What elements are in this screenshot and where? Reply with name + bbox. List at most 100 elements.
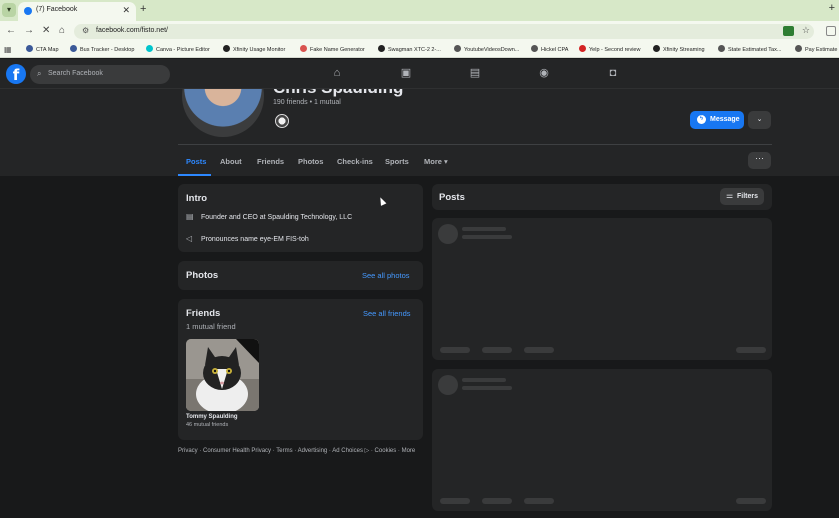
- post-placeholder-1: [432, 218, 772, 360]
- mutual-friend-avatar[interactable]: [274, 113, 290, 129]
- see-all-friends-link[interactable]: See all friends: [363, 309, 411, 318]
- address-bar-row: ← → ✕ ⌂ ⚙ facebook.com/fisto.net/ ☆: [0, 21, 839, 42]
- intro-title: Intro: [186, 193, 208, 204]
- site-info-icon[interactable]: ⚙: [82, 26, 89, 35]
- message-button-label: Message: [710, 116, 740, 123]
- tab-more[interactable]: More ▾: [424, 157, 448, 166]
- more-options-button[interactable]: ···: [748, 152, 771, 169]
- profile-avatar[interactable]: [182, 89, 264, 137]
- friends-count[interactable]: 190 friends • 1 mutual: [273, 99, 341, 106]
- bookmark-label: YoutubeVideosDown...: [464, 47, 520, 53]
- home-nav-icon[interactable]: ⌂: [331, 67, 343, 79]
- groups-nav-icon[interactable]: ◉: [538, 67, 550, 79]
- cat-photo-icon: [186, 339, 259, 411]
- profile-options-button[interactable]: ⌄: [748, 111, 771, 129]
- bookmark-favicon-icon: [579, 45, 586, 52]
- tab-sports[interactable]: Sports: [385, 157, 409, 166]
- bookmark-favicon-icon: [795, 45, 802, 52]
- url-field[interactable]: ⚙ facebook.com/fisto.net/ ☆: [74, 24, 814, 39]
- filters-button[interactable]: ⚌ Filters: [720, 188, 764, 205]
- browser-tab-facebook[interactable]: (7) Facebook ✕: [18, 2, 136, 21]
- home-icon[interactable]: ⌂: [59, 25, 65, 36]
- friend-photo[interactable]: [186, 339, 259, 411]
- search-icon: ⌕: [37, 69, 42, 78]
- skeleton-avatar: [438, 375, 458, 395]
- browser-tab-strip: ▾ (7) Facebook ✕ + +: [0, 0, 839, 21]
- bookmark-favicon-icon: [378, 45, 385, 52]
- caret-down-icon: ▾: [444, 157, 448, 166]
- bookmark-item[interactable]: Canva - Picture Editor: [146, 45, 210, 53]
- skeleton-action: [736, 347, 766, 353]
- skeleton-line: [462, 386, 512, 390]
- bookmark-item[interactable]: Bus Tracker - Desktop: [70, 45, 134, 53]
- intro-work[interactable]: Founder and CEO at Spaulding Technology,…: [201, 214, 352, 221]
- extensions-icon[interactable]: +: [829, 2, 835, 14]
- tab-friends[interactable]: Friends: [257, 157, 284, 166]
- footer-links[interactable]: Privacy · Consumer Health Privacy · Term…: [178, 447, 428, 456]
- apps-grid-icon[interactable]: ▦: [4, 45, 13, 54]
- bookmark-item[interactable]: Swagman XTC-2 2-...: [378, 45, 441, 53]
- chevron-down-icon: ⌄: [756, 116, 763, 123]
- bookmark-item[interactable]: Pay Estimate: [795, 45, 837, 53]
- tab-photos[interactable]: Photos: [298, 157, 323, 166]
- bookmarks-bar: ▦ CTA Map Bus Tracker - Desktop Canva - Pi…: [0, 42, 839, 58]
- see-all-photos-link[interactable]: See all photos: [362, 271, 410, 280]
- skeleton-line: [462, 227, 506, 231]
- skeleton-action: [482, 347, 512, 353]
- url-text[interactable]: facebook.com/fisto.net/: [96, 27, 168, 34]
- posts-title: Posts: [439, 192, 465, 203]
- skeleton-action: [440, 347, 470, 353]
- bookmark-item[interactable]: CTA Map: [26, 45, 59, 53]
- bookmark-item[interactable]: Xfinity Streaming: [653, 45, 705, 53]
- tab-more-label: More: [424, 157, 442, 166]
- post-placeholder-2: [432, 369, 772, 511]
- install-app-icon[interactable]: [783, 26, 794, 36]
- marketplace-nav-icon[interactable]: ▤: [469, 67, 481, 79]
- bookmark-label: Fake Name Generator: [310, 47, 365, 53]
- bookmark-label: Yelp - Second review: [589, 47, 641, 53]
- skeleton-action: [736, 498, 766, 504]
- profile-header: Chris Spaulding 190 friends • 1 mutual ϟ…: [0, 89, 839, 176]
- bookmark-favicon-icon: [26, 45, 33, 52]
- search-facebook-input[interactable]: ⌕ Search Facebook: [30, 65, 170, 84]
- skeleton-action: [440, 498, 470, 504]
- bookmark-label: Hickel CPA: [541, 47, 569, 53]
- tab-posts[interactable]: Posts: [186, 157, 206, 166]
- browser-profile-icon[interactable]: [826, 26, 836, 36]
- tab-about[interactable]: About: [220, 157, 242, 166]
- back-icon[interactable]: ←: [6, 25, 16, 36]
- skeleton-line: [462, 235, 512, 239]
- skeleton-action: [482, 498, 512, 504]
- ellipsis-icon: ···: [755, 153, 764, 163]
- forward-icon[interactable]: →: [24, 25, 34, 36]
- bookmark-label: Bus Tracker - Desktop: [80, 47, 135, 53]
- new-tab-icon[interactable]: +: [140, 3, 146, 15]
- friends-title: Friends: [186, 308, 221, 319]
- speaker-icon[interactable]: ◁: [186, 234, 197, 243]
- bookmark-label: State Estimated Tax...: [728, 47, 782, 53]
- message-button[interactable]: ϟ Message: [690, 111, 744, 129]
- friend-mutual-count: 46 mutual friends: [186, 422, 229, 428]
- bookmark-item[interactable]: Fake Name Generator: [300, 45, 365, 53]
- intro-pronounce: Pronounces name eye-EM FIS-toh: [201, 236, 309, 243]
- gaming-nav-icon[interactable]: ◘: [607, 67, 619, 79]
- bookmark-item[interactable]: Xfinity Usage Monitor: [223, 45, 285, 53]
- facebook-logo-icon[interactable]: f: [6, 64, 26, 84]
- active-tab-indicator: [178, 174, 211, 176]
- bookmark-item[interactable]: YoutubeVideosDown...: [454, 45, 519, 53]
- bookmark-label: Pay Estimate: [805, 47, 838, 53]
- friend-name[interactable]: Tommy Spaulding: [186, 414, 238, 420]
- bookmark-item[interactable]: State Estimated Tax...: [718, 45, 781, 53]
- video-nav-icon[interactable]: ▣: [400, 67, 412, 79]
- close-tab-icon[interactable]: ✕: [122, 5, 130, 16]
- bookmark-star-icon[interactable]: ☆: [802, 25, 810, 36]
- tab-search-icon[interactable]: ▾: [2, 3, 16, 17]
- skeleton-avatar: [438, 224, 458, 244]
- bookmark-item[interactable]: Yelp - Second review: [579, 45, 640, 53]
- stop-loading-icon[interactable]: ✕: [42, 25, 50, 36]
- bookmark-label: Xfinity Usage Monitor: [233, 47, 286, 53]
- bookmark-item[interactable]: Hickel CPA: [531, 45, 568, 53]
- tab-check-ins[interactable]: Check-ins: [337, 157, 373, 166]
- divider: [178, 144, 772, 145]
- briefcase-icon: ▤: [186, 212, 194, 221]
